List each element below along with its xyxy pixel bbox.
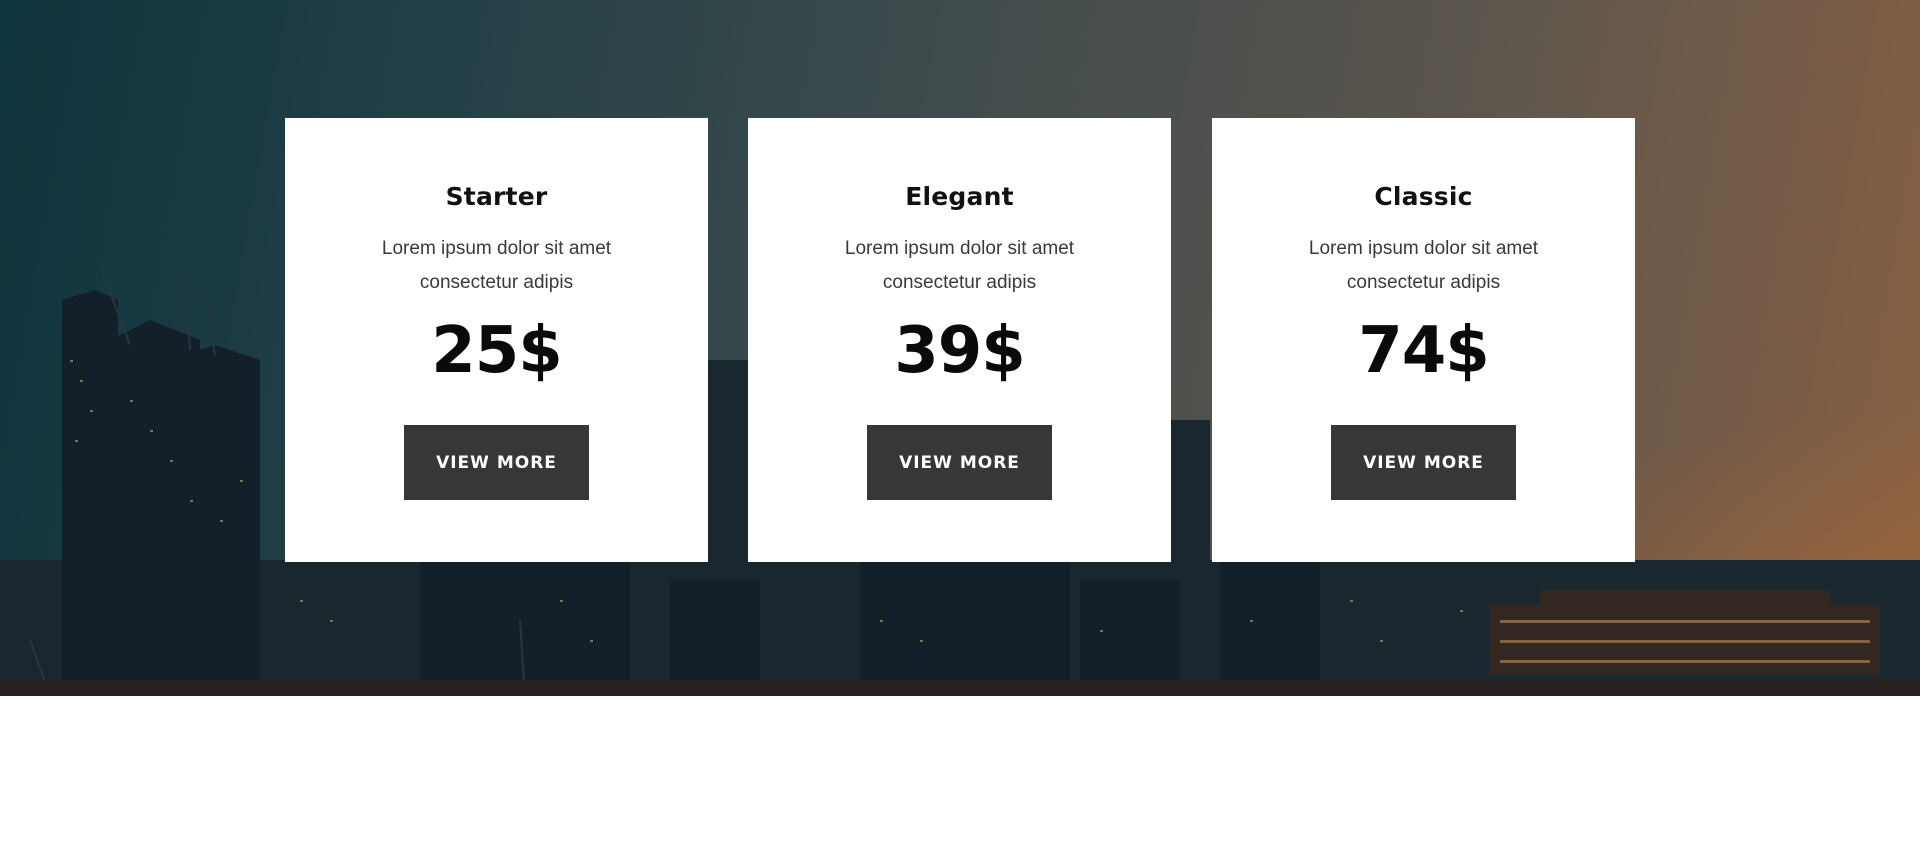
- plan-name: Starter: [445, 182, 548, 211]
- plan-name: Classic: [1374, 182, 1473, 211]
- view-more-button[interactable]: VIEW MORE: [1331, 425, 1516, 500]
- plan-price: 39$: [894, 314, 1026, 388]
- pricing-card-starter: Starter Lorem ipsum dolor sit amet conse…: [285, 118, 708, 562]
- plan-description-line-2: consectetur adipis: [1346, 272, 1501, 293]
- plan-description-line-1: Lorem ipsum dolor sit amet: [844, 238, 1075, 259]
- plan-description: Lorem ipsum dolor sit amet consectetur a…: [1272, 232, 1575, 300]
- plan-description-line-1: Lorem ipsum dolor sit amet: [381, 238, 612, 259]
- view-more-button[interactable]: VIEW MORE: [404, 425, 589, 500]
- pricing-card-elegant: Elegant Lorem ipsum dolor sit amet conse…: [748, 118, 1171, 562]
- plan-description-line-2: consectetur adipis: [882, 272, 1037, 293]
- plan-description-line-1: Lorem ipsum dolor sit amet: [1308, 238, 1539, 259]
- plan-description-line-2: consectetur adipis: [419, 272, 574, 293]
- plan-price: 25$: [431, 314, 563, 388]
- plan-name: Elegant: [905, 182, 1014, 211]
- view-more-button[interactable]: VIEW MORE: [867, 425, 1052, 500]
- plan-price: 74$: [1358, 314, 1490, 388]
- plan-description: Lorem ipsum dolor sit amet consectetur a…: [808, 232, 1111, 300]
- plan-description: Lorem ipsum dolor sit amet consectetur a…: [345, 232, 648, 300]
- pricing-cards: Starter Lorem ipsum dolor sit amet conse…: [285, 118, 1635, 562]
- pricing-card-classic: Classic Lorem ipsum dolor sit amet conse…: [1212, 118, 1635, 562]
